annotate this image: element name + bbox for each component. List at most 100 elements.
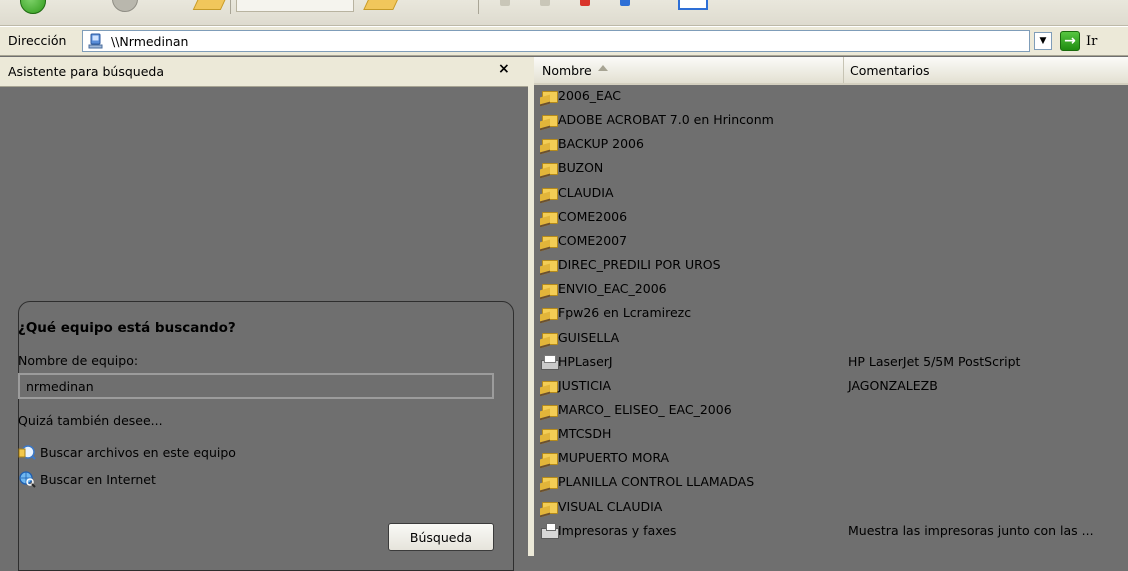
shared-folder-icon	[540, 377, 558, 395]
shared-folder-icon	[540, 329, 558, 347]
shared-folder-icon	[540, 208, 558, 226]
network-computer-icon	[88, 33, 103, 49]
list-item-name: 2006_EAC	[558, 88, 622, 103]
list-item-name: DIREC_PREDILI POR UROS	[558, 257, 721, 273]
list-item[interactable]: Fpw26 en Lcramirezc	[534, 301, 1128, 325]
search-internet-label: Buscar en Internet	[40, 471, 156, 487]
list-item[interactable]: JUSTICIA JAGONZALEZB	[534, 374, 1128, 398]
address-bar: Dirección \\Nrmedinan ▼ → Ir	[0, 26, 1128, 56]
shared-folder-icon	[540, 280, 558, 298]
search-internet-icon	[19, 471, 36, 488]
search-files-label: Buscar archivos en este equipo	[40, 444, 236, 460]
toolbar	[0, 0, 1128, 26]
list-item[interactable]: MTCSDH	[534, 422, 1128, 446]
address-label: Dirección	[8, 33, 67, 48]
go-button[interactable]: → Ir	[1060, 30, 1097, 52]
shared-folder-icon	[540, 111, 558, 129]
undo-icon[interactable]	[620, 0, 630, 6]
search-assistant-pane: Asistente para búsqueda × ¿Qué equipo es…	[0, 57, 528, 571]
list-item[interactable]: ENVIO_EAC_2006	[534, 277, 1128, 301]
list-item-name: BUZON	[558, 160, 604, 176]
column-header-comments-label: Comentarios	[850, 63, 930, 78]
shared-folder-icon	[540, 498, 558, 516]
close-icon[interactable]: ×	[498, 61, 510, 77]
shared-folder-icon	[540, 304, 558, 322]
list-item-name: BACKUP 2006	[558, 136, 644, 152]
search-files-icon	[18, 445, 36, 460]
shared-folder-icon	[540, 473, 558, 491]
go-arrow-icon: →	[1060, 31, 1080, 51]
list-item-name: COME2007	[558, 232, 628, 248]
list-item-name: COME2006	[558, 208, 628, 224]
shared-folder-icon	[540, 449, 558, 467]
list-item[interactable]: ADOBE ACROBAT 7.0 en Hrinconm	[534, 108, 1128, 132]
printer-icon	[540, 353, 559, 371]
list-item-name: ADOBE ACROBAT 7.0 en Hrinconm	[558, 112, 774, 128]
list-item[interactable]: DIREC_PREDILI POR UROS	[534, 253, 1128, 277]
list-item-name: JUSTICIA	[558, 377, 612, 393]
list-item[interactable]: Impresoras y faxes Muestra las impresoras…	[534, 519, 1128, 543]
list-item-name: Fpw26 en Lcramirezc	[558, 305, 692, 321]
shared-folder-icon	[540, 401, 558, 419]
folders-icon[interactable]	[363, 0, 399, 10]
list-item-name: MTCSDH	[558, 426, 612, 442]
views-icon[interactable]	[678, 0, 708, 10]
column-header-name[interactable]: Nombre	[534, 57, 844, 83]
address-input[interactable]: \\Nrmedinan	[82, 30, 1030, 52]
shared-folder-icon	[540, 232, 558, 250]
column-header-name-label: Nombre	[542, 63, 592, 78]
go-label: Ir	[1086, 33, 1098, 49]
sort-ascending-icon	[598, 65, 608, 71]
file-list: Nombre Comentarios 2006_EAC ADOBE ACROBAT…	[534, 57, 1128, 556]
list-item-comment: HP LaserJet 5/5M PostScript	[848, 353, 1021, 369]
list-item[interactable]: GUISELLA	[534, 326, 1128, 350]
search-pane-header: Asistente para búsqueda ×	[0, 57, 528, 87]
list-item-comment: Muestra las impresoras junto con las ...	[848, 522, 1094, 538]
list-item[interactable]: VISUAL CLAUDIA	[534, 495, 1128, 519]
list-item[interactable]: PLANILLA CONTROL LLAMADAS	[534, 470, 1128, 494]
shared-folder-icon	[540, 159, 558, 177]
shared-folder-icon	[540, 87, 558, 105]
move-to-icon[interactable]	[500, 0, 510, 6]
toolbar-separator	[230, 0, 231, 14]
list-item-name: MUPUERTO MORA	[558, 450, 670, 466]
list-item[interactable]: 2006_EAC	[534, 84, 1128, 108]
shared-folder-icon	[540, 425, 558, 443]
search-files-link[interactable]: Buscar archivos en este equipo	[18, 443, 236, 461]
computer-name-label: Nombre de equipo:	[18, 353, 139, 368]
list-item[interactable]: BUZON	[534, 156, 1128, 180]
list-item[interactable]: COME2007	[534, 229, 1128, 253]
search-internet-link[interactable]: Buscar en Internet	[18, 470, 156, 488]
back-button-icon[interactable]	[20, 0, 46, 14]
search-toolbar-button[interactable]	[236, 0, 354, 12]
list-item-name: ENVIO_EAC_2006	[558, 281, 667, 297]
shared-folder-icon	[540, 135, 558, 153]
list-item[interactable]: MUPUERTO MORA	[534, 446, 1128, 470]
shared-folder-icon	[540, 256, 558, 274]
list-item-name: MARCO_ ELISEO_ EAC_2006	[558, 401, 732, 417]
list-item-name: CLAUDIA	[558, 184, 614, 200]
delete-icon[interactable]	[580, 0, 590, 6]
computer-name-input[interactable]	[18, 373, 494, 399]
list-item-name: Impresoras y faxes	[558, 522, 677, 538]
copy-to-icon[interactable]	[540, 0, 550, 6]
list-item-comment: JAGONZALEZB	[848, 377, 938, 393]
list-item[interactable]: MARCO_ ELISEO_ EAC_2006	[534, 398, 1128, 422]
up-folder-icon[interactable]	[192, 0, 228, 10]
list-header: Nombre Comentarios	[534, 57, 1128, 85]
list-item[interactable]: CLAUDIA	[534, 181, 1128, 205]
search-button[interactable]: Búsqueda	[388, 523, 494, 551]
column-header-comments[interactable]: Comentarios	[846, 57, 1128, 83]
search-question: ¿Qué equipo está buscando?	[18, 320, 236, 336]
address-dropdown-chevron-down-icon[interactable]: ▼	[1034, 32, 1052, 50]
toolbar-separator	[478, 0, 479, 14]
list-item[interactable]: BACKUP 2006	[534, 132, 1128, 156]
forward-button-icon[interactable]	[112, 0, 138, 12]
address-path: \\Nrmedinan	[111, 34, 189, 49]
list-item[interactable]: COME2006	[534, 205, 1128, 229]
list-item[interactable]: HPLaserJ HP LaserJet 5/5M PostScript	[534, 350, 1128, 374]
shared-folder-icon	[540, 184, 558, 202]
search-pane-title: Asistente para búsqueda	[8, 64, 165, 79]
list-item-name: PLANILLA CONTROL LLAMADAS	[558, 474, 755, 490]
list-item-name: VISUAL CLAUDIA	[558, 498, 663, 514]
